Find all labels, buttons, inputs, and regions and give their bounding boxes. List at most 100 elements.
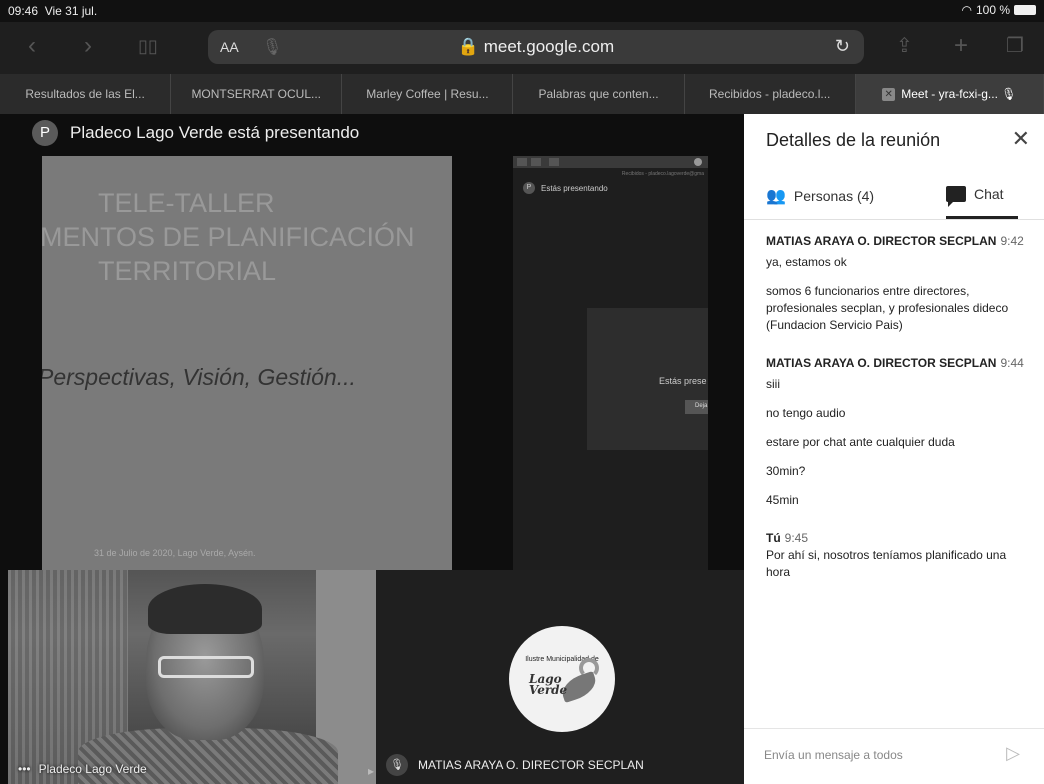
slide-title-line: TELE-TALLER [98,188,275,218]
message-text: ya, estamos ok [766,255,847,269]
tab-label: MONTSERRAT OCUL... [191,87,322,101]
message-text: 45min [766,493,799,507]
tile-label: 🎙 MATIAS ARAYA O. DIRECTOR SECPLAN [386,754,644,776]
chat-icon [946,186,966,207]
close-icon[interactable]: ✕ [1012,126,1030,152]
message-author: MATIAS ARAYA O. DIRECTOR SECPLAN 9:44 [766,356,1032,370]
message-text: 30min? [766,464,806,478]
tab-label: Marley Coffee | Resu... [366,87,489,101]
tab-montserrat[interactable]: MONTSERRAT OCUL... [171,74,343,114]
mini-toolbar [513,156,708,168]
slide-subtitle: Perspectivas, Visión, Gestión... [42,364,356,390]
chat-composer: ▷ [744,728,1044,784]
participant-tile-other[interactable]: Ilustre Municipalidad de Lago Verde 🎙 MAT… [376,570,744,784]
logo-name: Lago Verde [529,673,567,696]
share-icon[interactable]: ⇪ [896,32,913,60]
shared-screen-preview: Recibidos - pladeco.lagoverde@gma P Está… [513,156,708,570]
meeting-stage: P Pladeco Lago Verde está presentando TE… [0,114,744,784]
url-text[interactable]: 🔒 meet.google.com [208,37,864,57]
municipality-logo: Ilustre Municipalidad de Lago Verde [509,626,615,732]
message-text: no tengo audio [766,406,846,420]
tab-chat[interactable]: Chat [946,186,1004,207]
audio-level-icon: ▸ [367,764,374,778]
mini-avatar: P [523,182,535,194]
message-author: MATIAS ARAYA O. DIRECTOR SECPLAN 9:42 [766,234,1032,248]
message-text: somos 6 funcionarios entre directores, p… [766,284,1009,332]
tile-label: ••• Pladeco Lago Verde [18,762,147,776]
slide-title-line: MENTOS DE PLANIFICACIÓN [42,222,415,252]
author-name: MATIAS ARAYA O. DIRECTOR SECPLAN [766,356,997,370]
presenter-text: Pladeco Lago Verde está presentando [70,123,360,142]
presenter-avatar: P [32,120,58,146]
wifi-icon: ◠ [961,3,972,17]
mini-address: Recibidos - pladeco.lagoverde@gma [621,171,704,177]
slide-title-line: TERRITORIAL [98,256,277,286]
battery-text: 100 % [975,3,1010,17]
date-text: Vie 31 jul. [44,4,98,18]
tab-audio-icon: 🎙 [1001,87,1017,101]
tab-bar: Resultados de las El... MONTSERRAT OCUL.… [0,74,1044,114]
participant-tile-self[interactable]: ••• Pladeco Lago Verde ▸ [8,570,376,784]
reload-icon[interactable]: ↻ [835,36,850,57]
time-text: 09:46 [8,4,39,18]
active-tab-indicator [946,216,1018,219]
mini-presenting-text: Estás presentando [541,183,608,193]
panel-tabs: 👥 Personas (4) Chat [744,180,1044,220]
mini-presenting: P Estás presentando [513,180,708,196]
message-group: MATIAS ARAYA O. DIRECTOR SECPLAN 9:44 sii… [766,356,1032,509]
participant-glasses [158,656,254,678]
message-group: MATIAS ARAYA O. DIRECTOR SECPLAN 9:42 ya,… [766,234,1032,334]
url-value: meet.google.com [483,37,615,56]
presentation-slide: TELE-TALLER MENTOS DE PLANIFICACIÓN TERR… [42,156,452,570]
tab-label: Meet - yra-fcxi-g... [901,87,998,101]
send-icon[interactable]: ▷ [1006,743,1020,764]
tab-palabras[interactable]: Palabras que conten... [513,74,685,114]
meeting-details-panel: Detalles de la reunión ✕ 👥 Personas (4) … [744,114,1044,784]
slide-date: 31 de Julio de 2020, Lago Verde, Aysén. [94,548,256,558]
back-icon[interactable]: ‹ [28,32,36,60]
browser-toolbar: ‹ › ▯▯ AA 🎙 🔒 meet.google.com ↻ ⇪ + ❐ [0,22,1044,74]
tab-label: Palabras que conten... [538,87,659,101]
presenter-banner: P Pladeco Lago Verde está presentando [32,120,359,146]
tab-people[interactable]: 👥 Personas (4) [766,186,874,206]
bookmarks-icon[interactable]: ▯▯ [138,32,158,60]
more-options-icon[interactable]: ••• [18,762,31,776]
message-group: Tú 9:45 Por ahí si, nosotros teníamos pla… [766,531,1032,581]
forward-icon[interactable]: › [84,32,92,60]
mini-presenting-card: Estás prese Deja [587,308,708,450]
slide-title: TELE-TALLER MENTOS DE PLANIFICACIÓN TERR… [42,186,452,288]
status-time: 09:46 Vie 31 jul. [8,4,97,18]
participant-hair [148,584,262,634]
panel-title: Detalles de la reunión [766,130,941,150]
battery-icon [1014,5,1036,15]
message-time: 9:42 [1000,234,1024,248]
add-tab-icon[interactable]: + [954,32,968,60]
tab-meet[interactable]: ✕ Meet - yra-fcxi-g... 🎙 [855,74,1044,114]
tab-marley[interactable]: Marley Coffee | Resu... [342,74,514,114]
tab-people-label: Personas (4) [793,188,875,204]
tab-resultados[interactable]: Resultados de las El... [0,74,172,114]
chat-input[interactable] [764,745,984,765]
message-text: Por ahí si, nosotros teníamos planificad… [766,548,1007,579]
participant-name: MATIAS ARAYA O. DIRECTOR SECPLAN [418,758,644,772]
logo-caption: Ilustre Municipalidad de [525,656,599,663]
tab-recibidos[interactable]: Recibidos - pladeco.l... [685,74,856,114]
mic-off-icon: 🎙 [386,754,408,776]
mini-avatar-icon [694,158,702,166]
author-name: MATIAS ARAYA O. DIRECTOR SECPLAN [766,234,997,248]
tab-chat-label: Chat [974,186,1004,202]
author-name: Tú [766,531,781,545]
tab-label: Recibidos - pladeco.l... [709,87,831,101]
participant-name: Pladeco Lago Verde [38,762,147,776]
message-time: 9:44 [1000,356,1024,370]
message-text: estare por chat ante cualquier duda [766,435,955,449]
mini-card-button: Deja [685,400,708,414]
mini-back-icon [517,158,527,166]
mini-forward-icon [531,158,541,166]
tabs-icon[interactable]: ❐ [1006,32,1024,60]
close-tab-icon[interactable]: ✕ [882,88,896,102]
message-author: Tú 9:45 [766,531,1032,545]
status-right: ◠ 100 % [961,3,1036,17]
status-bar: 09:46 Vie 31 jul. ◠ 100 % [0,0,1044,22]
address-bar[interactable]: AA 🎙 🔒 meet.google.com ↻ [208,30,864,64]
